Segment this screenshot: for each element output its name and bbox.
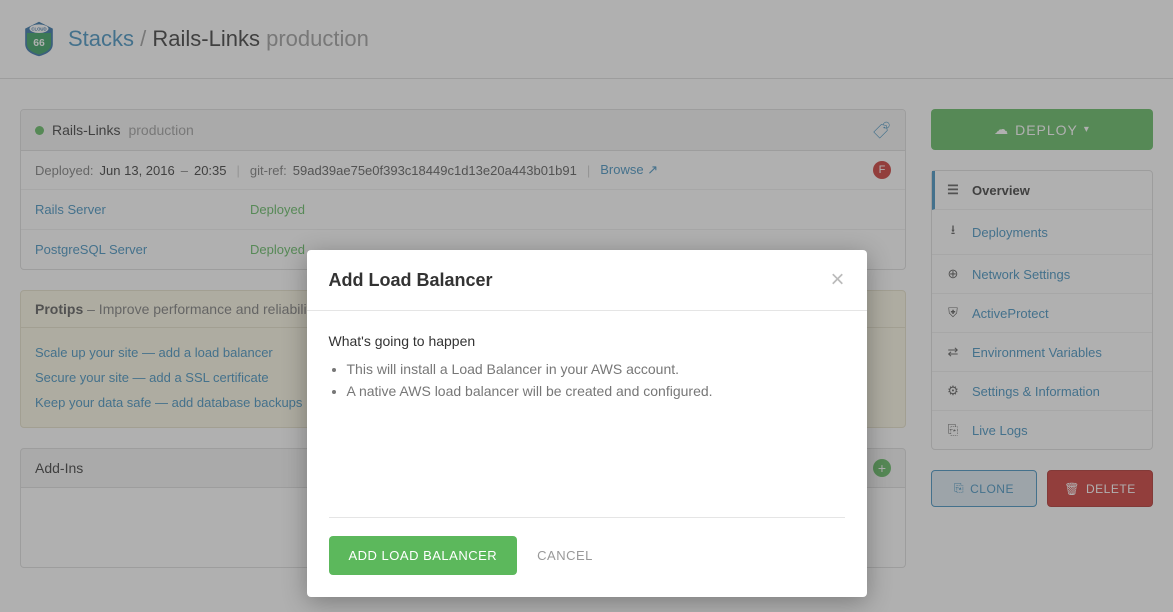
modal-title: Add Load Balancer [329,270,493,291]
modal-bullet-list: This will install a Load Balancer in you… [329,361,845,399]
modal-subheading: What's going to happen [329,333,845,349]
modal-overlay[interactable]: Add Load Balancer × What's going to happ… [0,0,1173,612]
add-load-balancer-modal: Add Load Balancer × What's going to happ… [307,250,867,597]
modal-bullet: This will install a Load Balancer in you… [347,361,845,377]
cancel-button[interactable]: CANCEL [537,548,593,563]
close-icon[interactable]: × [830,268,844,292]
add-load-balancer-button[interactable]: ADD LOAD BALANCER [329,536,518,575]
modal-bullet: A native AWS load balancer will be creat… [347,383,845,399]
